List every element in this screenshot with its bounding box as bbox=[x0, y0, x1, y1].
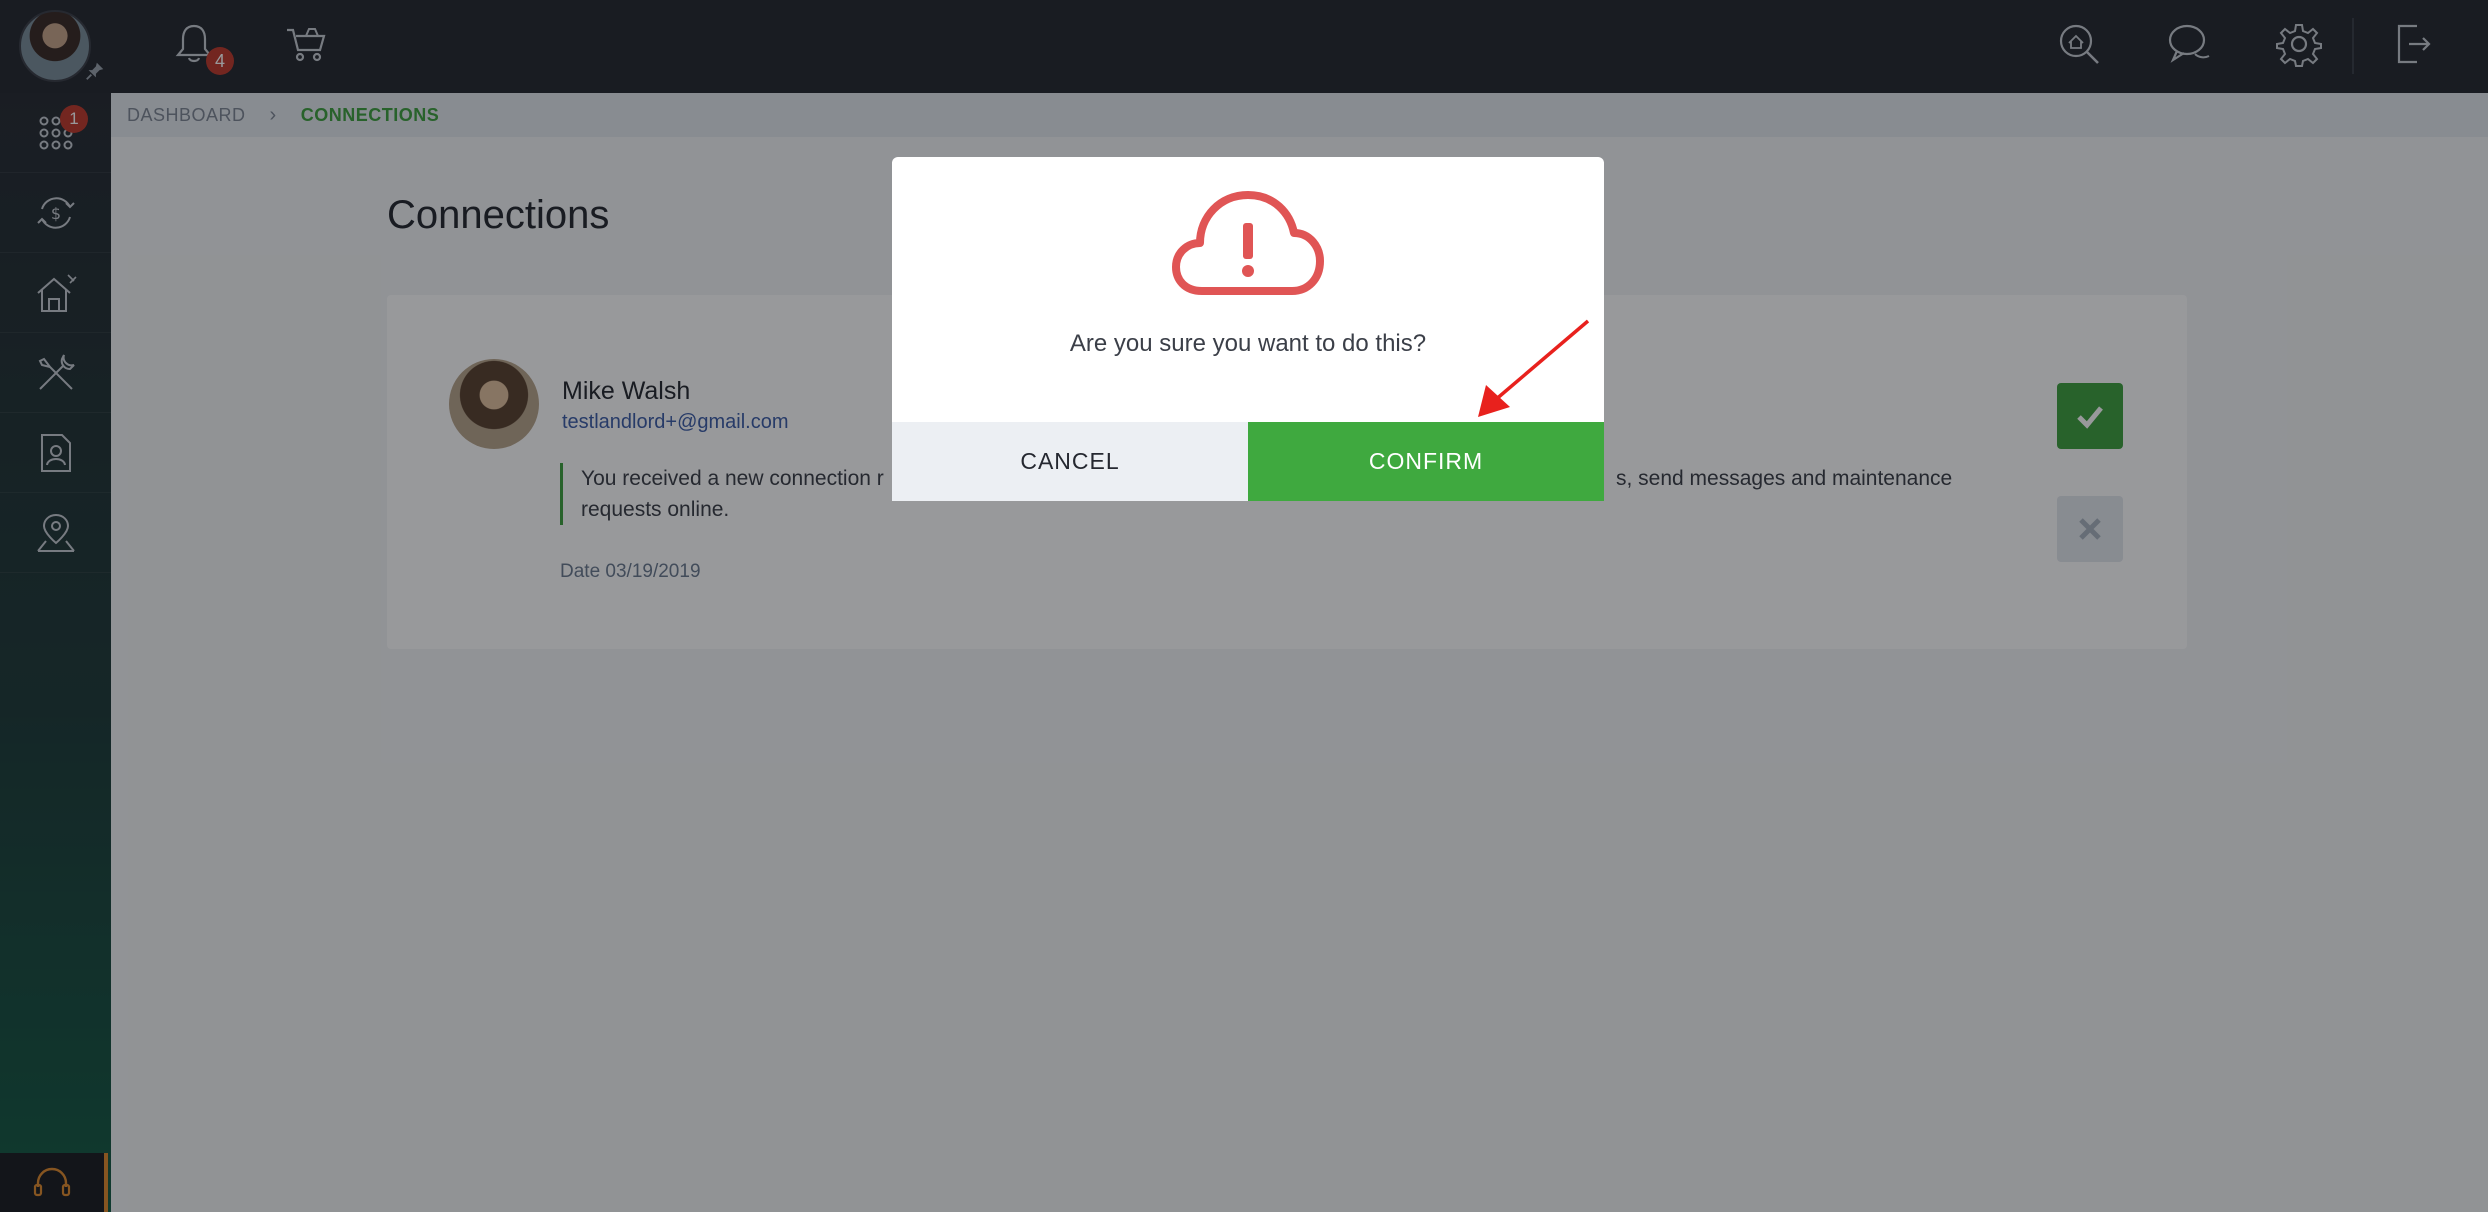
annotation-arrow-icon bbox=[1478, 319, 1590, 417]
cloud-warning-icon bbox=[1172, 191, 1324, 295]
dialog-actions: CANCEL CONFIRM bbox=[892, 422, 1604, 501]
cancel-button[interactable]: CANCEL bbox=[892, 422, 1248, 501]
confirm-button[interactable]: CONFIRM bbox=[1248, 422, 1604, 501]
